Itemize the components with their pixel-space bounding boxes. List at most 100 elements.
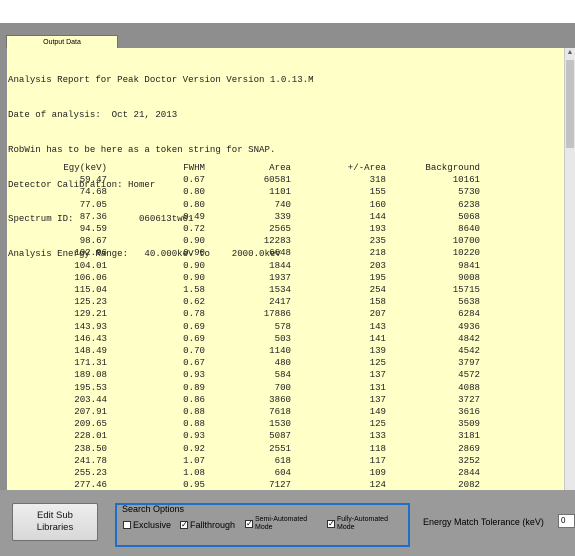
cell-area-error: 218 bbox=[369, 247, 386, 259]
cell-fwhm: 0.80 bbox=[183, 198, 205, 210]
cell-area-error: 158 bbox=[369, 296, 386, 308]
cell-background: 9008 bbox=[458, 271, 480, 283]
cell-area: 60581 bbox=[263, 174, 291, 186]
table-row: 77.05 0.80 740 160 6238 bbox=[7, 199, 480, 211]
table-row: 143.93 0.69 578 143 4936 bbox=[7, 321, 480, 333]
exclusive-label: Exclusive bbox=[133, 520, 172, 530]
cell-area-error: 318 bbox=[369, 174, 386, 186]
cell-energy: 87.36 bbox=[79, 210, 107, 222]
cell-fwhm: 0.92 bbox=[183, 442, 205, 454]
exclusive-checkbox[interactable] bbox=[123, 521, 131, 529]
tab-output-data[interactable]: Output Data bbox=[6, 35, 118, 49]
column-header-area: Area bbox=[269, 162, 291, 173]
cell-fwhm: 0.90 bbox=[183, 247, 205, 259]
cell-fwhm: 0.78 bbox=[183, 308, 205, 320]
option-exclusive[interactable]: Exclusive bbox=[123, 520, 171, 530]
cell-background: 3797 bbox=[458, 357, 480, 369]
cell-background: 5068 bbox=[458, 210, 480, 222]
cell-energy: 241.78 bbox=[74, 454, 107, 466]
cell-background: 5730 bbox=[458, 186, 480, 198]
cell-energy: 146.43 bbox=[74, 332, 107, 344]
cell-energy: 106.06 bbox=[74, 271, 107, 283]
cell-energy: 98.67 bbox=[79, 235, 107, 247]
cell-background: 10161 bbox=[452, 174, 480, 186]
scrollbar-thumb[interactable] bbox=[566, 60, 574, 148]
cell-area: 1140 bbox=[269, 345, 291, 357]
table-row: 238.50 0.92 2551 118 2869 bbox=[7, 443, 480, 455]
option-fully-automated[interactable]: ✓ Fully-Automated Mode bbox=[327, 516, 388, 532]
fallthrough-label: Fallthrough bbox=[190, 520, 236, 530]
cell-area: 7127 bbox=[269, 479, 291, 490]
option-semi-automated[interactable]: ✓ Semi-Automated Mode bbox=[245, 516, 307, 532]
cell-background: 4936 bbox=[458, 320, 480, 332]
cell-area: 618 bbox=[274, 454, 291, 466]
cell-background: 8640 bbox=[458, 223, 480, 235]
table-row: 148.49 0.70 1140 139 4542 bbox=[7, 345, 480, 357]
cell-energy: 207.91 bbox=[74, 406, 107, 418]
cell-area-error: 125 bbox=[369, 418, 386, 430]
table-row: 74.68 0.80 1101 155 5730 bbox=[7, 186, 480, 198]
cell-fwhm: 0.89 bbox=[183, 381, 205, 393]
cell-area-error: 131 bbox=[369, 381, 386, 393]
cell-background: 4542 bbox=[458, 345, 480, 357]
cell-background: 6284 bbox=[458, 308, 480, 320]
cell-energy: 59.47 bbox=[79, 174, 107, 186]
fully-automated-label: Fully-Automated Mode bbox=[337, 516, 388, 531]
cell-area: 339 bbox=[274, 210, 291, 222]
search-options-title: Search Options bbox=[122, 504, 185, 514]
fallthrough-checkbox[interactable]: ✓ bbox=[180, 521, 188, 529]
cell-energy: 129.21 bbox=[74, 308, 107, 320]
report-line-title: Analysis Report for Peak Doctor Version … bbox=[8, 74, 314, 86]
semi-automated-checkbox[interactable]: ✓ bbox=[245, 520, 253, 528]
table-row: 189.08 0.93 584 137 4572 bbox=[7, 369, 480, 381]
peak-table: Egy(keV) FWHM Area +/-Area Background 59… bbox=[7, 162, 480, 490]
cell-fwhm: 0.93 bbox=[183, 430, 205, 442]
cell-area: 12283 bbox=[263, 235, 291, 247]
column-header-area-error: +/-Area bbox=[347, 162, 386, 173]
cell-area: 578 bbox=[274, 320, 291, 332]
cell-fwhm: 0.90 bbox=[183, 271, 205, 283]
cell-area: 1937 bbox=[269, 271, 291, 283]
fully-automated-checkbox[interactable]: ✓ bbox=[327, 520, 335, 528]
cell-energy: 255.23 bbox=[74, 467, 107, 479]
cell-background: 10220 bbox=[452, 247, 480, 259]
cell-background: 15715 bbox=[452, 284, 480, 296]
cell-energy: 228.01 bbox=[74, 430, 107, 442]
edit-sub-libraries-button[interactable]: Edit Sub Libraries bbox=[12, 503, 98, 541]
cell-area: 584 bbox=[274, 369, 291, 381]
cell-area-error: 109 bbox=[369, 467, 386, 479]
cell-background: 4842 bbox=[458, 332, 480, 344]
cell-energy: 277.46 bbox=[74, 479, 107, 490]
energy-match-tolerance-input[interactable]: 0 bbox=[558, 514, 575, 528]
cell-area: 5087 bbox=[269, 430, 291, 442]
cell-energy: 171.31 bbox=[74, 357, 107, 369]
table-row: 59.47 0.67 60581 318 10161 bbox=[7, 174, 480, 186]
cell-area-error: 144 bbox=[369, 210, 386, 222]
table-row: 115.04 1.58 1534 254 15715 bbox=[7, 284, 480, 296]
cell-energy: 238.50 bbox=[74, 442, 107, 454]
cell-fwhm: 0.80 bbox=[183, 186, 205, 198]
cell-fwhm: 0.93 bbox=[183, 369, 205, 381]
option-fallthrough[interactable]: ✓ Fallthrough bbox=[180, 520, 235, 530]
table-row: 87.36 0.49 339 144 5068 bbox=[7, 211, 480, 223]
cell-area-error: 137 bbox=[369, 393, 386, 405]
cell-area-error: 235 bbox=[369, 235, 386, 247]
table-row: 129.21 0.78 17886 207 6284 bbox=[7, 308, 480, 320]
column-header-energy: Egy(keV) bbox=[63, 162, 107, 173]
table-row: 203.44 0.86 3860 137 3727 bbox=[7, 394, 480, 406]
cell-area-error: 143 bbox=[369, 320, 386, 332]
table-row: 102.96 0.90 6648 218 10220 bbox=[7, 247, 480, 259]
cell-fwhm: 1.58 bbox=[183, 284, 205, 296]
cell-area: 2551 bbox=[269, 442, 291, 454]
cell-energy: 148.49 bbox=[74, 345, 107, 357]
cell-energy: 104.01 bbox=[74, 259, 107, 271]
cell-background: 3181 bbox=[458, 430, 480, 442]
column-header-background: Background bbox=[425, 162, 480, 173]
cell-fwhm: 0.70 bbox=[183, 345, 205, 357]
scroll-up-arrow-icon[interactable]: ▲ bbox=[565, 48, 575, 58]
cell-area: 1844 bbox=[269, 259, 291, 271]
cell-energy: 209.65 bbox=[74, 418, 107, 430]
cell-energy: 102.96 bbox=[74, 247, 107, 259]
cell-area: 503 bbox=[274, 332, 291, 344]
cell-area: 7618 bbox=[269, 406, 291, 418]
